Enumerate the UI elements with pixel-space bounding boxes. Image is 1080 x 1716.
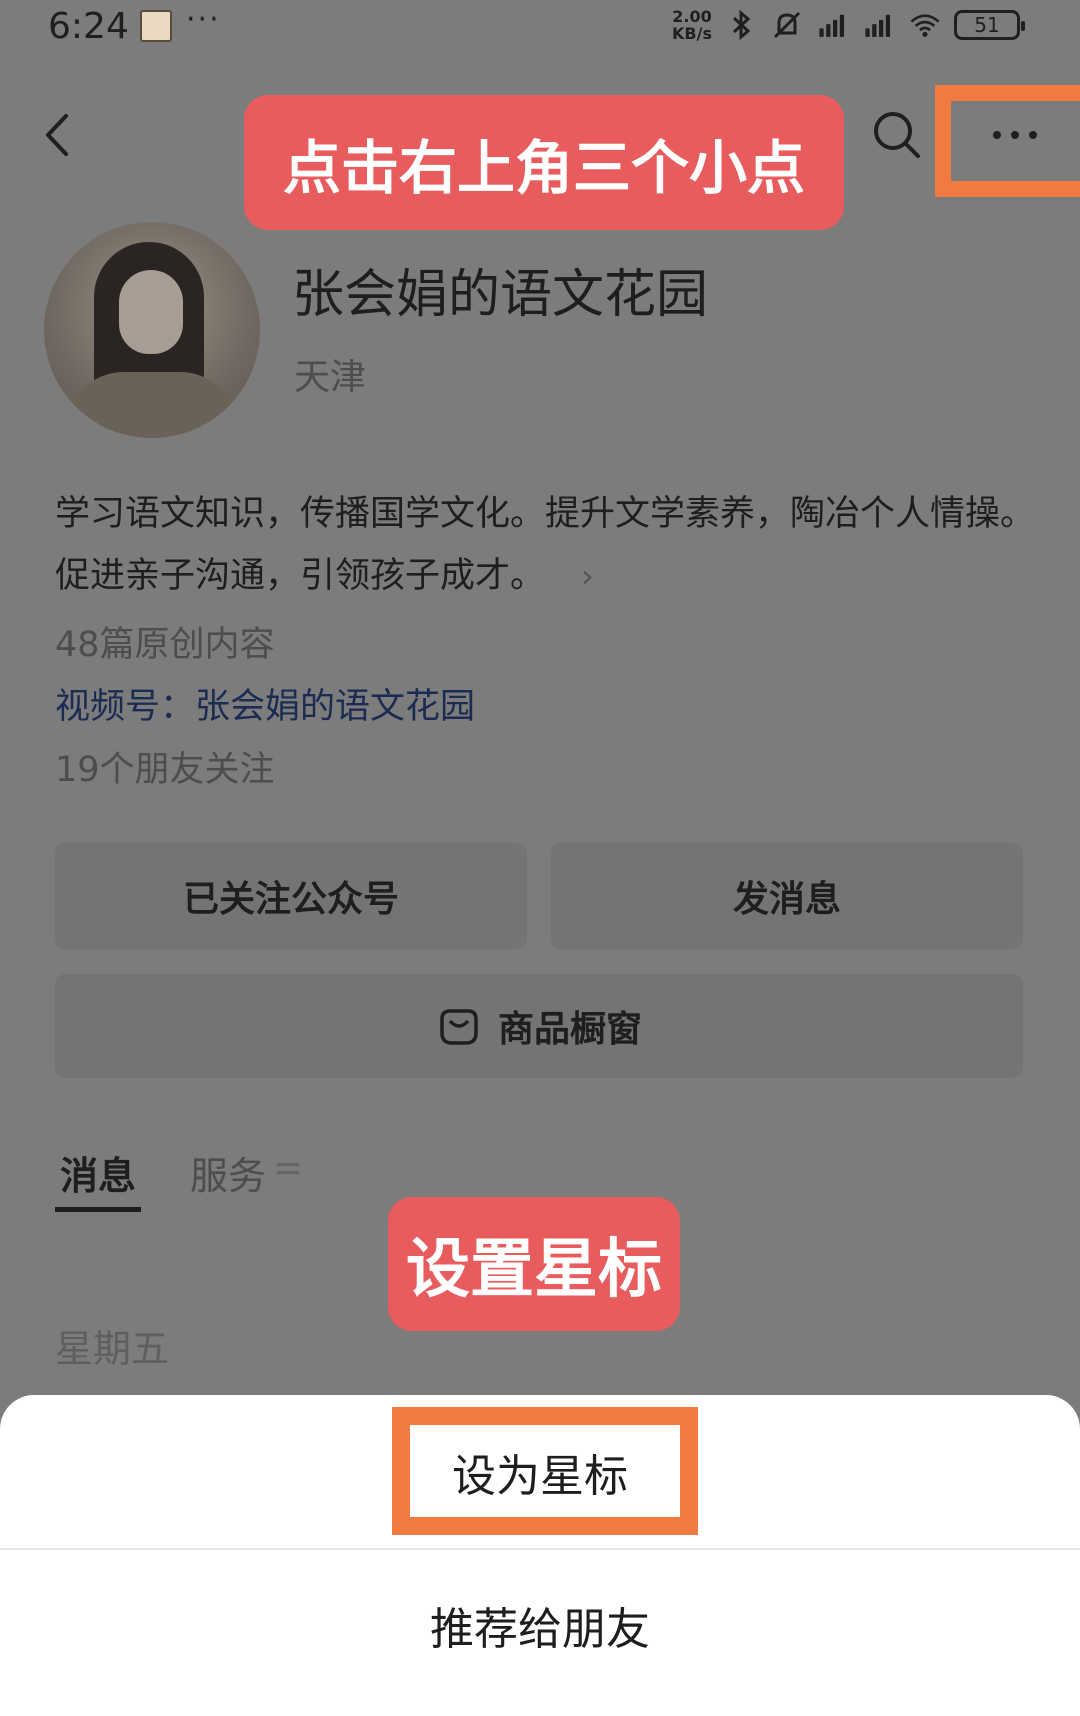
friends-following[interactable]: 19个朋友关注 — [55, 741, 275, 792]
status-more-indicator: ··· — [186, 2, 221, 37]
article-count: 48篇原创内容 — [55, 625, 275, 665]
network-speed: 2.00 KB/s — [672, 8, 712, 42]
tab-messages[interactable]: 消息 — [60, 1145, 136, 1200]
status-bar: 6:24 ··· 2.00 KB/s 51 — [0, 0, 1080, 60]
content-tabs: 消息 服务 — [55, 1145, 455, 1212]
status-right-group: 2.00 KB/s 51 — [672, 8, 1025, 42]
shop-window-button[interactable]: 商品橱窗 — [55, 974, 1023, 1078]
more-highlight-box — [935, 85, 1080, 197]
network-speed-value: 2.00 — [672, 7, 712, 26]
signal-hd-icon — [816, 8, 850, 42]
shop-bag-icon — [436, 1003, 482, 1049]
chevron-right-icon: › — [581, 557, 594, 595]
send-message-button[interactable]: 发消息 — [551, 843, 1023, 949]
account-location: 天津 — [294, 357, 367, 398]
status-time: 6:24 — [48, 6, 129, 47]
bluetooth-icon — [724, 8, 758, 42]
instruction-callout-star: 设置星标 — [388, 1197, 680, 1331]
followed-button[interactable]: 已关注公众号 — [55, 843, 527, 949]
recommend-to-friend-option[interactable]: 推荐给朋友 — [0, 1550, 1080, 1700]
back-chevron-icon[interactable] — [38, 110, 78, 160]
video-channel-link[interactable]: 视频号：张会娟的语文花园 — [55, 678, 475, 729]
app-avatar-icon — [140, 10, 172, 42]
signal-hd-icon — [862, 8, 896, 42]
account-name: 张会娟的语文花园 — [292, 265, 709, 325]
message-day-label: 星期五 — [55, 1327, 170, 1371]
instruction-callout-top: 点击右上角三个小点 — [244, 95, 844, 230]
tab-service[interactable]: 服务 — [190, 1145, 266, 1200]
avatar[interactable] — [44, 222, 260, 438]
network-speed-unit: KB/s — [672, 24, 712, 43]
active-tab-indicator — [55, 1207, 141, 1212]
menu-lines-icon — [277, 1163, 299, 1183]
bio-text: 学习语文知识，传播国学文化。提升文学素养，陶冶个人情操。促进亲子沟通，引领孩子成… — [55, 494, 1036, 596]
mute-bell-icon — [770, 8, 804, 42]
wifi-icon — [908, 8, 942, 42]
public-account-profile-page: 6:24 ··· 2.00 KB/s 51 点击右上角三个小点 张会娟的语文花园… — [0, 0, 1080, 1716]
set-star-highlight-box — [392, 1407, 698, 1535]
shop-window-label: 商品橱窗 — [497, 1009, 642, 1050]
battery-icon: 51 — [954, 10, 1025, 40]
account-bio[interactable]: 学习语文知识，传播国学文化。提升文学素养，陶冶个人情操。促进亲子沟通，引领孩子成… — [55, 483, 1045, 607]
search-icon[interactable] — [870, 108, 924, 162]
